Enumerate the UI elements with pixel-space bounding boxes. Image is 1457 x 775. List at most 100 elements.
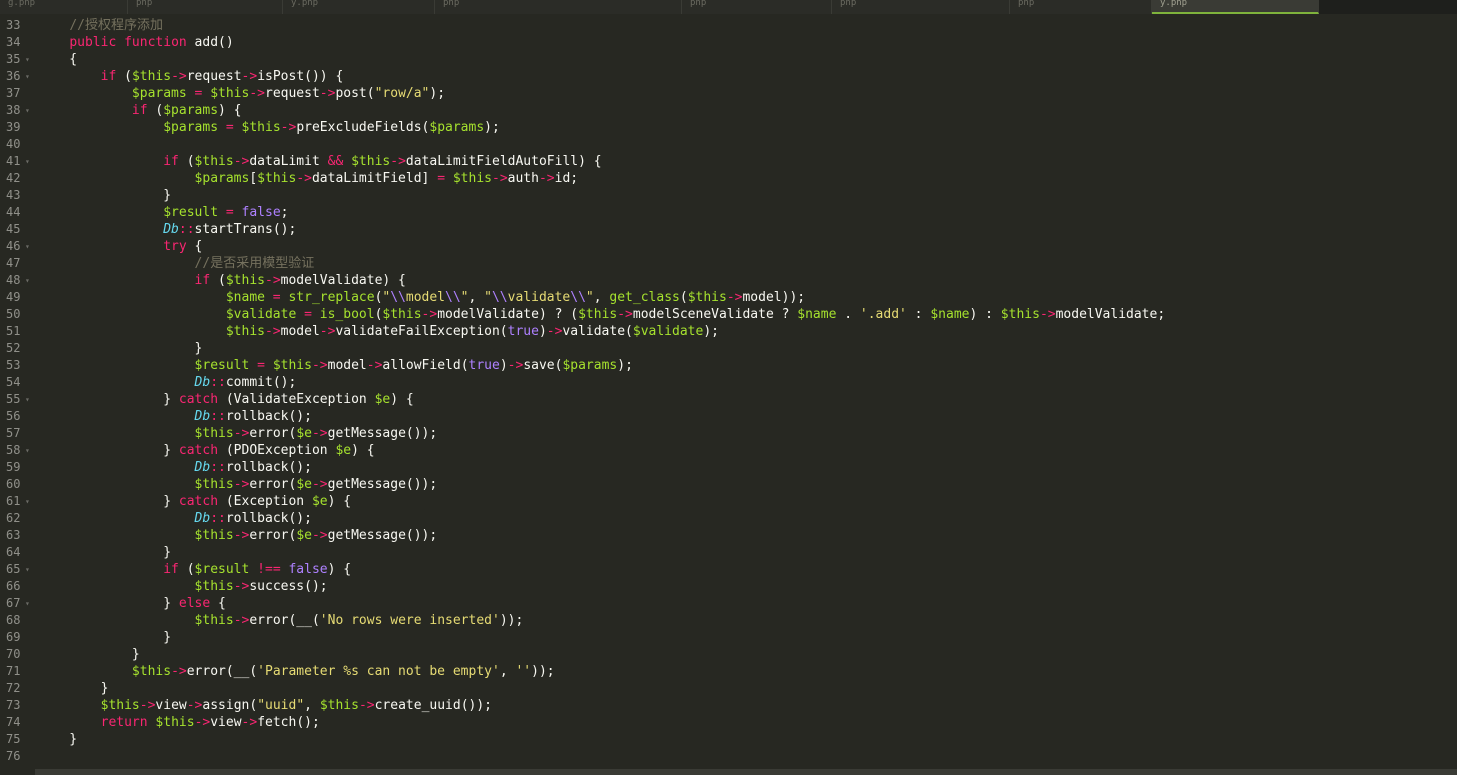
code-line[interactable]: 47 //是否采用模型验证	[0, 255, 1457, 272]
fold-arrow-icon[interactable]: ▾	[25, 561, 30, 578]
code-line[interactable]: 61 ▾ } catch (Exception $e) {	[0, 493, 1457, 510]
code-line[interactable]: 70 }	[0, 646, 1457, 663]
line-gutter[interactable]: 43	[0, 187, 35, 204]
code-line[interactable]: 69 }	[0, 629, 1457, 646]
line-gutter[interactable]: 75	[0, 731, 35, 748]
code-line[interactable]: 64 }	[0, 544, 1457, 561]
line-gutter[interactable]: 49	[0, 289, 35, 306]
line-gutter[interactable]: 50	[0, 306, 35, 323]
line-gutter[interactable]: 65 ▾	[0, 561, 35, 578]
line-gutter[interactable]: 68	[0, 612, 35, 629]
code-line[interactable]: 55 ▾ } catch (ValidateException $e) {	[0, 391, 1457, 408]
code-line[interactable]: 60 $this->error($e->getMessage());	[0, 476, 1457, 493]
file-tab[interactable]: y.php	[1152, 0, 1319, 14]
fold-arrow-icon[interactable]: ▾	[25, 391, 30, 408]
code-line[interactable]: 57 $this->error($e->getMessage());	[0, 425, 1457, 442]
code-line[interactable]: 54 Db::commit();	[0, 374, 1457, 391]
file-tab[interactable]: php	[1010, 0, 1152, 14]
line-gutter[interactable]: 42	[0, 170, 35, 187]
code-line[interactable]: 76	[0, 748, 1457, 765]
line-gutter[interactable]: 74	[0, 714, 35, 731]
code-editor[interactable]: 33 //授权程序添加 34 public function add() 35 ▾ {…	[0, 14, 1457, 769]
line-gutter[interactable]: 44	[0, 204, 35, 221]
line-gutter[interactable]: 73	[0, 697, 35, 714]
fold-arrow-icon[interactable]: ▾	[25, 68, 30, 85]
fold-arrow-icon[interactable]: ▾	[25, 493, 30, 510]
code-line[interactable]: 58 ▾ } catch (PDOException $e) {	[0, 442, 1457, 459]
code-line[interactable]: 46 ▾ try {	[0, 238, 1457, 255]
code-line[interactable]: 44 $result = false;	[0, 204, 1457, 221]
line-gutter[interactable]: 46 ▾	[0, 238, 35, 255]
code-line[interactable]: 36 ▾ if ($this->request->isPost()) {	[0, 68, 1457, 85]
line-gutter[interactable]: 35 ▾	[0, 51, 35, 68]
code-line[interactable]: 35 ▾ {	[0, 51, 1457, 68]
line-gutter[interactable]: 53	[0, 357, 35, 374]
code-line[interactable]: 65 ▾ if ($result !== false) {	[0, 561, 1457, 578]
line-gutter[interactable]: 40	[0, 136, 35, 153]
file-tab[interactable]: php	[128, 0, 283, 14]
code-line[interactable]: 74 return $this->view->fetch();	[0, 714, 1457, 731]
line-gutter[interactable]: 62	[0, 510, 35, 527]
code-line[interactable]: 45 Db::startTrans();	[0, 221, 1457, 238]
line-gutter[interactable]: 45	[0, 221, 35, 238]
code-line[interactable]: 42 $params[$this->dataLimitField] = $thi…	[0, 170, 1457, 187]
fold-arrow-icon[interactable]: ▾	[25, 102, 30, 119]
code-line[interactable]: 75 }	[0, 731, 1457, 748]
code-line[interactable]: 72 }	[0, 680, 1457, 697]
fold-arrow-icon[interactable]: ▾	[25, 153, 30, 170]
code-line[interactable]: 48 ▾ if ($this->modelValidate) {	[0, 272, 1457, 289]
fold-arrow-icon[interactable]: ▾	[25, 238, 30, 255]
file-tab[interactable]: php	[435, 0, 682, 14]
line-gutter[interactable]: 38 ▾	[0, 102, 35, 119]
line-gutter[interactable]: 55 ▾	[0, 391, 35, 408]
file-tab[interactable]: g.php	[0, 0, 128, 14]
line-gutter[interactable]: 67 ▾	[0, 595, 35, 612]
code-line[interactable]: 53 $result = $this->model->allowField(tr…	[0, 357, 1457, 374]
line-gutter[interactable]: 69	[0, 629, 35, 646]
line-gutter[interactable]: 36 ▾	[0, 68, 35, 85]
code-line[interactable]: 38 ▾ if ($params) {	[0, 102, 1457, 119]
line-gutter[interactable]: 33	[0, 17, 35, 34]
fold-arrow-icon[interactable]: ▾	[25, 595, 30, 612]
code-line[interactable]: 71 $this->error(__('Parameter %s can not…	[0, 663, 1457, 680]
line-gutter[interactable]: 41 ▾	[0, 153, 35, 170]
code-line[interactable]: 33 //授权程序添加	[0, 17, 1457, 34]
line-gutter[interactable]: 70	[0, 646, 35, 663]
code-line[interactable]: 66 $this->success();	[0, 578, 1457, 595]
line-gutter[interactable]: 34	[0, 34, 35, 51]
line-gutter[interactable]: 37	[0, 85, 35, 102]
fold-arrow-icon[interactable]: ▾	[25, 442, 30, 459]
code-line[interactable]: 39 $params = $this->preExcludeFields($pa…	[0, 119, 1457, 136]
code-line[interactable]: 68 $this->error(__('No rows were inserte…	[0, 612, 1457, 629]
code-line[interactable]: 56 Db::rollback();	[0, 408, 1457, 425]
line-gutter[interactable]: 47	[0, 255, 35, 272]
line-gutter[interactable]: 51	[0, 323, 35, 340]
code-line[interactable]: 52 }	[0, 340, 1457, 357]
line-gutter[interactable]: 54	[0, 374, 35, 391]
line-gutter[interactable]: 76	[0, 748, 35, 765]
line-gutter[interactable]: 72	[0, 680, 35, 697]
code-line[interactable]: 67 ▾ } else {	[0, 595, 1457, 612]
code-line[interactable]: 50 $validate = is_bool($this->modelValid…	[0, 306, 1457, 323]
line-gutter[interactable]: 57	[0, 425, 35, 442]
line-gutter[interactable]: 64	[0, 544, 35, 561]
line-gutter[interactable]: 63	[0, 527, 35, 544]
fold-arrow-icon[interactable]: ▾	[25, 51, 30, 68]
line-gutter[interactable]: 59	[0, 459, 35, 476]
file-tab[interactable]: y.php	[283, 0, 435, 14]
code-line[interactable]: 43 }	[0, 187, 1457, 204]
horizontal-scrollbar[interactable]	[35, 769, 1457, 775]
code-line[interactable]: 73 $this->view->assign("uuid", $this->cr…	[0, 697, 1457, 714]
line-gutter[interactable]: 61 ▾	[0, 493, 35, 510]
file-tab[interactable]: php	[682, 0, 832, 14]
line-gutter[interactable]: 52	[0, 340, 35, 357]
line-gutter[interactable]: 66	[0, 578, 35, 595]
code-line[interactable]: 62 Db::rollback();	[0, 510, 1457, 527]
code-line[interactable]: 51 $this->model->validateFailException(t…	[0, 323, 1457, 340]
code-line[interactable]: 34 public function add()	[0, 34, 1457, 51]
line-gutter[interactable]: 56	[0, 408, 35, 425]
code-line[interactable]: 49 $name = str_replace("\\model\\", "\\v…	[0, 289, 1457, 306]
line-gutter[interactable]: 60	[0, 476, 35, 493]
line-gutter[interactable]: 58 ▾	[0, 442, 35, 459]
file-tab[interactable]: php	[832, 0, 1010, 14]
